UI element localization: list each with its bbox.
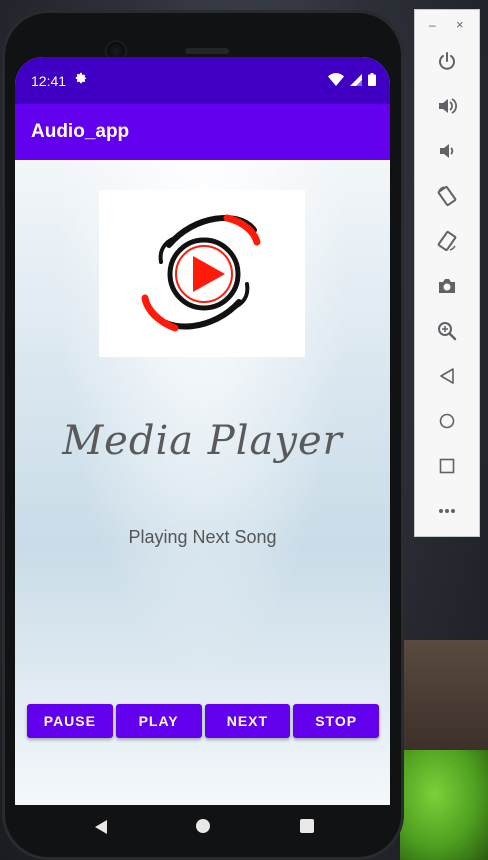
power-icon bbox=[439, 52, 455, 70]
status-bar: 12:41 bbox=[15, 57, 390, 104]
app-title: Audio_app bbox=[31, 121, 130, 142]
pause-button[interactable]: PAUSE bbox=[27, 704, 113, 738]
close-button[interactable]: × bbox=[456, 17, 464, 32]
zoom-button[interactable] bbox=[434, 318, 460, 344]
rotate-right-icon bbox=[437, 230, 457, 252]
playback-status: Playing Next Song bbox=[128, 527, 277, 547]
media-player-heading: Media Player bbox=[62, 418, 343, 464]
emulator-home-button[interactable] bbox=[434, 408, 460, 434]
status-time: 12:41 bbox=[31, 73, 67, 89]
zoom-icon bbox=[438, 322, 457, 341]
overview-icon bbox=[439, 458, 455, 474]
status-icons bbox=[328, 73, 376, 86]
home-icon bbox=[439, 413, 455, 429]
volume-up-button[interactable] bbox=[434, 93, 460, 119]
rotate-left-icon bbox=[437, 185, 457, 207]
wifi-icon bbox=[328, 73, 344, 86]
nav-back-icon[interactable] bbox=[95, 820, 107, 834]
minimize-button[interactable]: – bbox=[429, 18, 436, 32]
emulator-toolbar: – × bbox=[414, 9, 480, 537]
volume-down-icon bbox=[440, 144, 454, 158]
volume-up-icon bbox=[439, 98, 457, 114]
play-logo-icon bbox=[141, 214, 261, 332]
camera-icon bbox=[439, 279, 455, 293]
battery-icon bbox=[368, 73, 376, 86]
back-icon bbox=[440, 368, 454, 384]
system-navigation-bar bbox=[15, 805, 390, 849]
media-logo bbox=[99, 190, 305, 357]
rotate-left-button[interactable] bbox=[434, 183, 460, 209]
playback-controls: PAUSE PLAY NEXT STOP bbox=[27, 704, 379, 738]
background-rock bbox=[400, 640, 488, 760]
toolbar-window-controls: – × bbox=[415, 17, 479, 34]
power-button[interactable] bbox=[434, 48, 460, 74]
volume-down-button[interactable] bbox=[434, 138, 460, 164]
next-button[interactable]: NEXT bbox=[204, 704, 291, 738]
main-content: Media Player Playing Next Song PAUSE PLA… bbox=[15, 160, 390, 805]
settings-gear-icon bbox=[75, 72, 87, 84]
more-icon bbox=[439, 509, 455, 513]
nav-home-icon[interactable] bbox=[196, 819, 210, 833]
emulator-back-button[interactable] bbox=[434, 363, 460, 389]
device-screen: 12:41 Audio_app Media Player Playing Nex… bbox=[15, 57, 390, 805]
play-button[interactable]: PLAY bbox=[115, 704, 202, 738]
signal-icon bbox=[350, 73, 362, 86]
nav-overview-icon[interactable] bbox=[300, 819, 314, 833]
more-options-button[interactable] bbox=[434, 498, 460, 524]
app-bar: Audio_app bbox=[15, 104, 390, 160]
screenshot-button[interactable] bbox=[434, 273, 460, 299]
background-grass bbox=[400, 750, 488, 860]
earpiece-speaker bbox=[185, 48, 229, 54]
rotate-right-button[interactable] bbox=[434, 228, 460, 254]
stop-button[interactable]: STOP bbox=[293, 704, 379, 738]
emulator-overview-button[interactable] bbox=[434, 453, 460, 479]
